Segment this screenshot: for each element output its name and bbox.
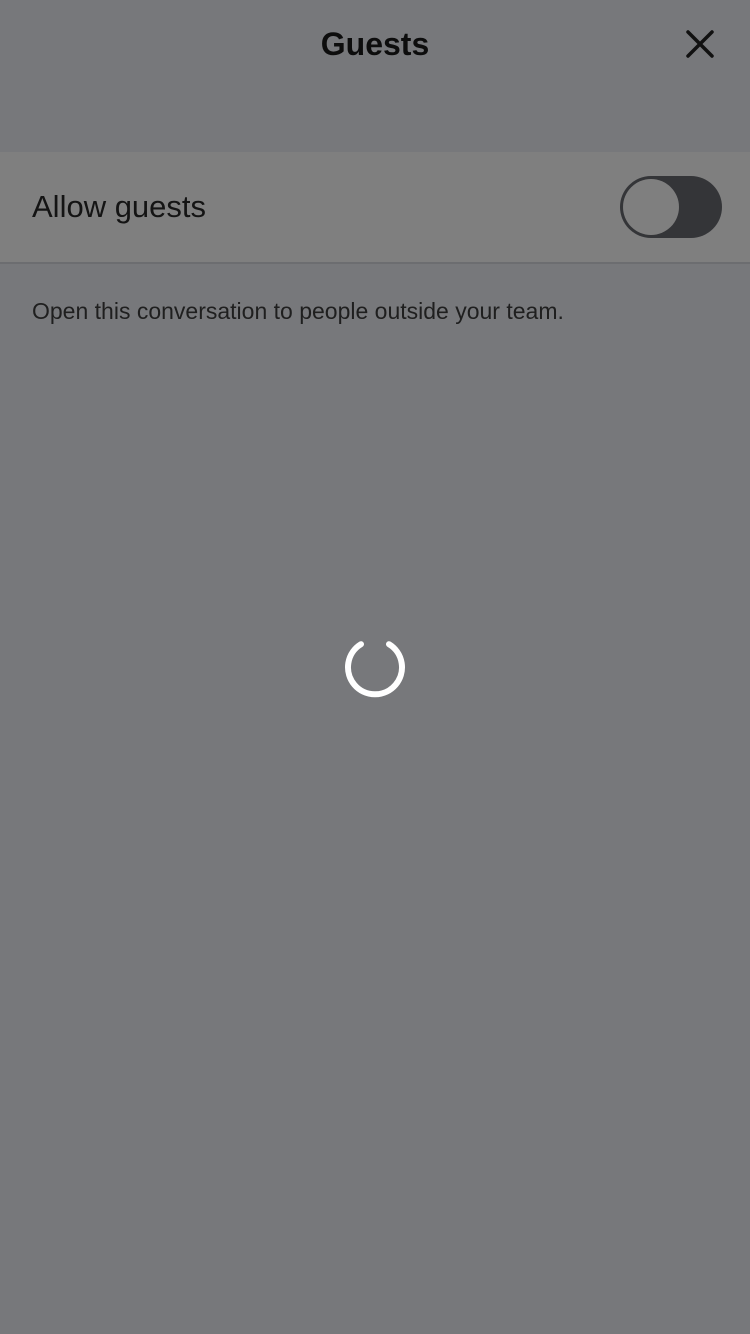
allow-guests-label: Allow guests — [32, 189, 207, 224]
toggle-knob — [623, 179, 679, 235]
loading-spinner-icon — [345, 641, 405, 698]
guests-screen: Guests Allow guests Open this conversati… — [0, 0, 750, 1334]
close-icon — [686, 30, 714, 58]
page-title: Guests — [320, 26, 430, 62]
close-button[interactable] — [678, 22, 722, 66]
allow-guests-toggle[interactable] — [620, 176, 722, 238]
loading-spinner — [342, 634, 408, 700]
header: Guests — [0, 0, 750, 88]
allow-guests-description: Open this conversation to people outside… — [32, 298, 564, 324]
allow-guests-row: Allow guests — [0, 152, 750, 264]
